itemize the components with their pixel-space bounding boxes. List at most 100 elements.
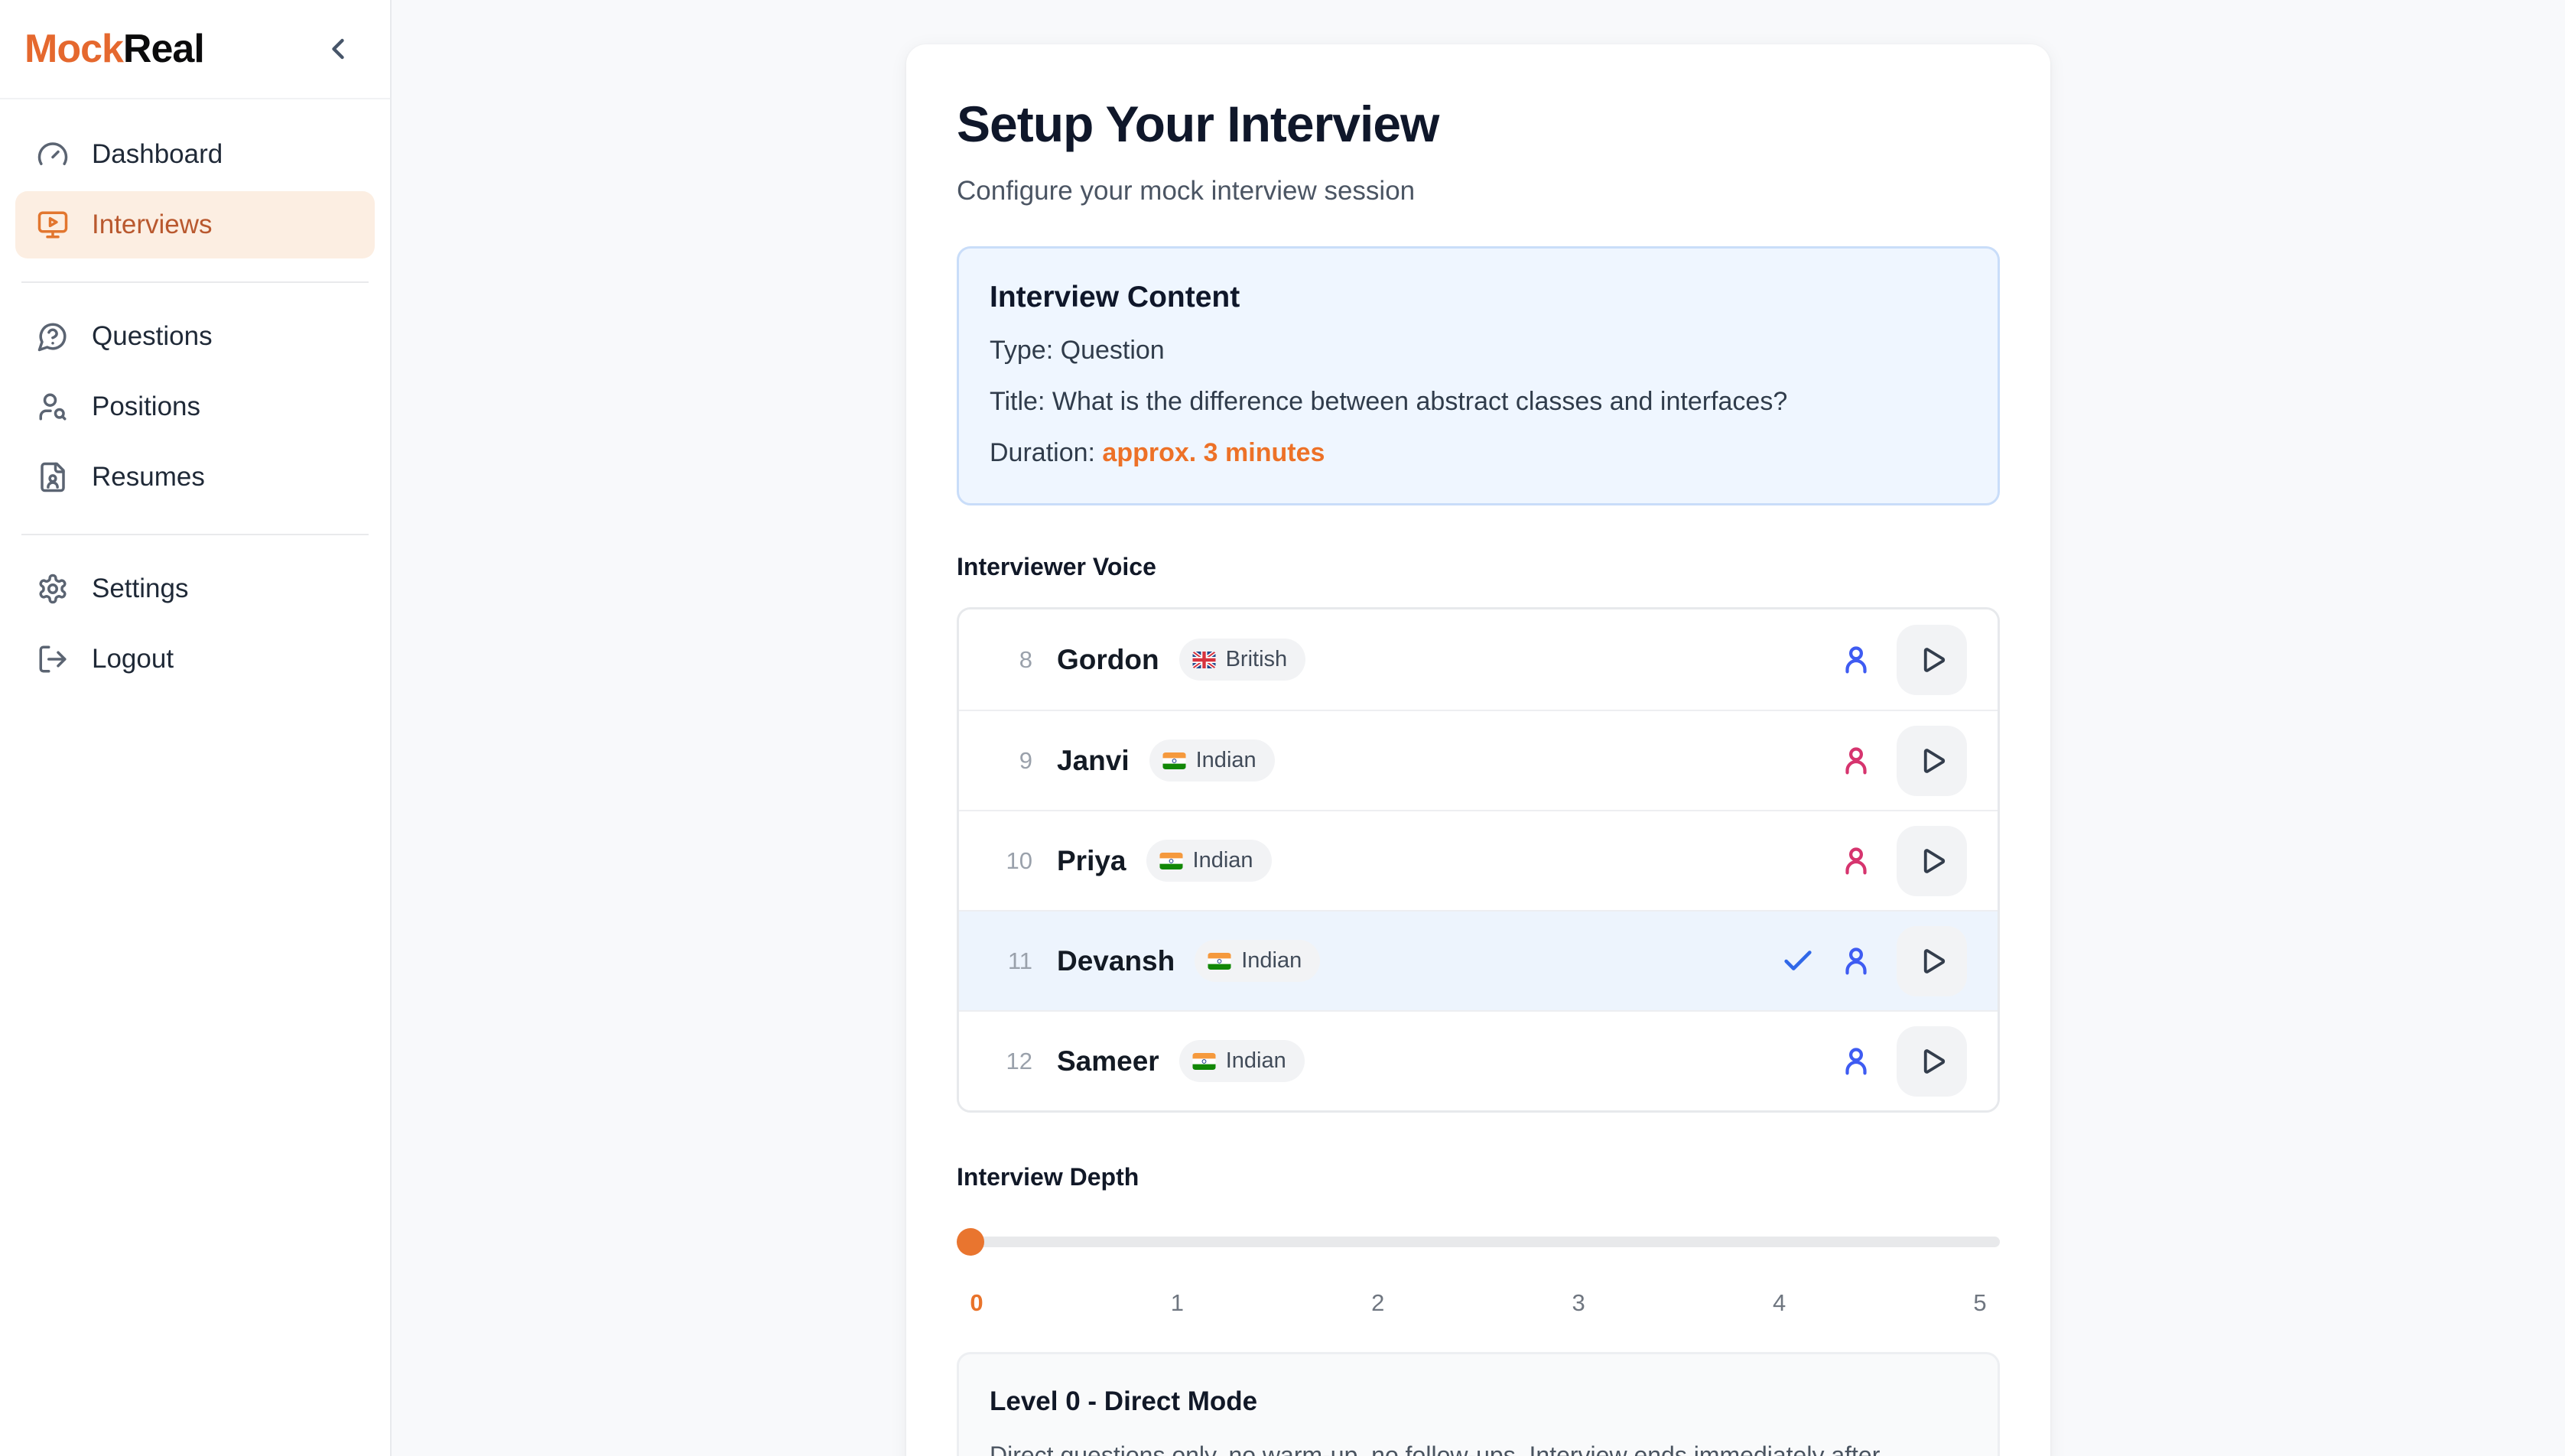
row-actions [1838,1026,1967,1097]
level-description: Direct questions only, no warm-up, no fo… [990,1437,1900,1456]
voice-name: Devansh [1057,945,1175,977]
depth-scale-0: 0 [961,1289,992,1317]
depth-scale-3: 3 [1563,1289,1594,1317]
play-voice-button[interactable] [1897,726,1967,796]
voice-number: 10 [993,847,1032,875]
accent-label: British [1226,647,1288,672]
interview-content-box: Interview Content Type: Question Title: … [957,246,2000,505]
voice-list: 8 Gordon British 9 Janvi [957,607,2000,1113]
person-icon[interactable] [1838,944,1874,979]
voice-number: 12 [993,1048,1032,1075]
level-info-box: Level 0 - Direct Mode Direct questions o… [957,1352,2000,1456]
accent-label: Indian [1226,1048,1286,1074]
person-icon[interactable] [1838,1044,1874,1079]
type-value: Question [1061,336,1165,365]
depth-scale-5: 5 [1965,1289,1995,1317]
question-bubble-icon [37,320,69,353]
sidebar-item-questions[interactable]: Questions [15,303,375,370]
title-value: What is the difference between abstract … [1052,387,1787,416]
type-label: Type: [990,336,1053,365]
file-user-icon [37,461,69,493]
accent-badge: British [1179,639,1306,681]
sidebar-collapse-button[interactable] [321,32,355,66]
accent-badge: Indian [1195,940,1320,982]
row-actions [1838,726,1967,796]
slider-handle[interactable] [957,1228,984,1256]
interview-title-line: Title: What is the difference between ab… [990,387,1967,417]
play-voice-button[interactable] [1897,625,1967,695]
sidebar-item-positions[interactable]: Positions [15,373,375,440]
play-voice-button[interactable] [1897,1026,1967,1097]
row-actions [1780,926,1967,996]
voice-name: Sameer [1057,1045,1159,1077]
accent-label: Indian [1196,748,1256,773]
voice-row-devansh-selected[interactable]: 11 Devansh Indian [959,910,1998,1010]
slider-track[interactable] [957,1237,2000,1247]
accent-badge: Indian [1149,739,1275,782]
uk-flag-icon [1192,652,1216,668]
page-title: Setup Your Interview [957,95,2000,153]
sidebar-nav: Dashboard Interviews Questions Positions [0,99,390,696]
duration-value: approx. 3 minutes [1102,438,1325,467]
sidebar-item-label: Logout [92,644,174,674]
voice-name: Janvi [1057,745,1130,777]
page-subtitle: Configure your mock interview session [957,176,2000,206]
accent-label: Indian [1193,848,1253,873]
sidebar-item-resumes[interactable]: Resumes [15,444,375,511]
sidebar-header: MockReal [0,0,390,99]
monitor-play-icon [37,209,69,241]
sidebar-item-logout[interactable]: Logout [15,626,375,693]
sidebar-item-label: Interviews [92,210,213,240]
person-icon[interactable] [1838,843,1874,879]
accent-label: Indian [1241,948,1302,973]
play-voice-button[interactable] [1897,926,1967,996]
sidebar-item-settings[interactable]: Settings [15,555,375,622]
india-flag-icon [1208,953,1231,970]
depth-scale-2: 2 [1363,1289,1393,1317]
play-voice-button[interactable] [1897,826,1967,896]
sidebar: MockReal Dashboard Interviews Quest [0,0,392,1456]
title-label: Title: [990,387,1045,416]
row-actions [1838,826,1967,896]
sidebar-item-label: Dashboard [92,139,223,170]
voice-row-gordon[interactable]: 8 Gordon British [959,609,1998,710]
depth-scale-4: 4 [1764,1289,1795,1317]
user-search-icon [37,391,69,423]
voice-row-janvi[interactable]: 9 Janvi Indian [959,710,1998,810]
depth-scale-1: 1 [1162,1289,1192,1317]
setup-card: Setup Your Interview Configure your mock… [906,44,2050,1456]
sidebar-item-label: Resumes [92,462,205,492]
interview-content-title: Interview Content [990,281,1967,314]
interview-depth-label: Interview Depth [957,1163,2000,1191]
india-flag-icon [1159,853,1183,869]
voice-name: Priya [1057,845,1126,877]
sidebar-item-dashboard[interactable]: Dashboard [15,121,375,188]
person-icon[interactable] [1838,743,1874,778]
selected-check-icon [1780,944,1816,979]
voice-row-priya[interactable]: 10 Priya Indian [959,810,1998,910]
level-title: Level 0 - Direct Mode [990,1386,1967,1417]
sidebar-item-label: Settings [92,574,188,604]
sidebar-item-label: Questions [92,321,213,352]
interviewer-voice-label: Interviewer Voice [957,553,2000,581]
interview-duration-line: Duration: approx. 3 minutes [990,438,1967,468]
sidebar-item-label: Positions [92,392,200,422]
logo-part1: Mock [24,27,123,71]
sidebar-divider [21,281,369,283]
duration-label: Duration: [990,438,1095,467]
voice-name: Gordon [1057,644,1159,676]
chevron-left-icon [321,32,355,66]
row-actions [1838,625,1967,695]
voice-row-sameer[interactable]: 12 Sameer Indian [959,1010,1998,1110]
india-flag-icon [1162,752,1186,769]
accent-badge: Indian [1146,840,1272,882]
person-icon[interactable] [1838,642,1874,678]
sidebar-item-interviews[interactable]: Interviews [15,191,375,258]
app-logo: MockReal [24,26,204,72]
voice-number: 9 [993,747,1032,775]
voice-number: 11 [993,947,1032,975]
logout-icon [37,643,69,675]
accent-badge: Indian [1179,1040,1305,1082]
depth-slider[interactable] [957,1228,2000,1256]
voice-number: 8 [993,646,1032,674]
